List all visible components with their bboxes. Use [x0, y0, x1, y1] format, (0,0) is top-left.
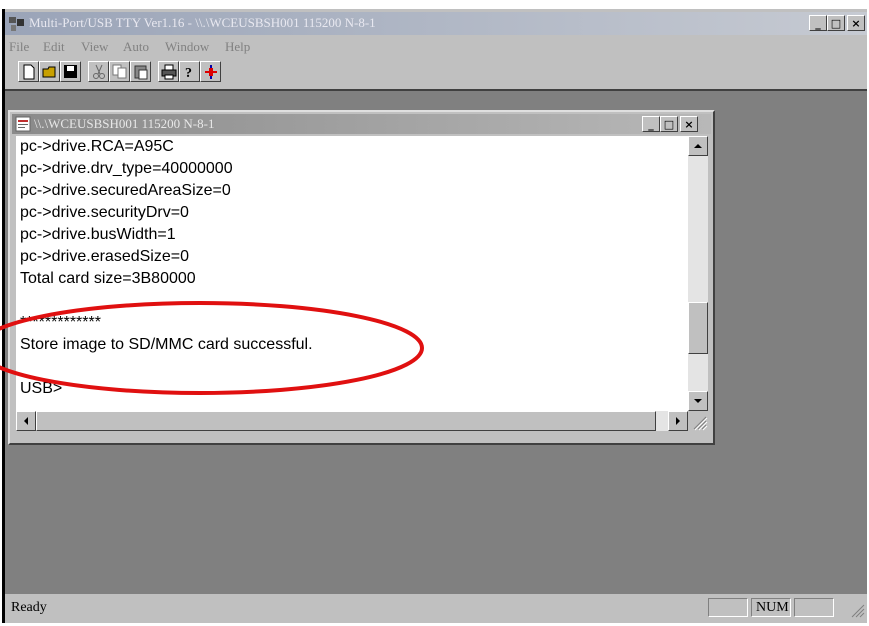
scroll-left-button[interactable]	[16, 411, 36, 431]
close-button[interactable]: ×	[847, 15, 865, 31]
menu-view[interactable]: View	[81, 39, 108, 55]
terminal-window: \\.\WCEUSBSH001 115200 N-8-1 _ □ × pc->d…	[8, 110, 715, 445]
cut-button[interactable]	[88, 61, 109, 82]
menu-window[interactable]: Window	[165, 39, 209, 55]
svg-text:?: ?	[185, 66, 192, 80]
terminal-line: pc->drive.securedAreaSize=0	[20, 182, 231, 199]
horizontal-scrollbar[interactable]	[16, 411, 688, 431]
minimize-button[interactable]: _	[809, 15, 827, 31]
status-bar: Ready NUM	[5, 596, 867, 620]
vertical-scrollbar[interactable]	[688, 136, 708, 411]
terminal-line: pc->drive.securityDrv=0	[20, 204, 189, 221]
app-icon	[9, 17, 24, 31]
terminal-line: Store image to SD/MMC card successful.	[20, 336, 313, 353]
open-folder-icon	[42, 66, 56, 78]
new-button[interactable]	[18, 61, 39, 82]
terminal-line: pc->drive.RCA=A95C	[20, 138, 174, 155]
window-title: Multi-Port/USB TTY Ver1.16 - \\.\WCEUSBS…	[29, 15, 376, 30]
terminal-line: pc->drive.erasedSize=0	[20, 248, 189, 265]
menu-file[interactable]: File	[9, 39, 29, 55]
copy-button[interactable]	[109, 61, 130, 82]
terminal-maximize-button[interactable]: □	[660, 116, 678, 132]
terminal-title: \\.\WCEUSBSH001 115200 N-8-1	[34, 116, 215, 131]
terminal-line: pc->drive.busWidth=1	[20, 226, 176, 243]
status-panel-num: NUM	[751, 598, 791, 617]
menu-help[interactable]: Help	[225, 39, 250, 55]
paste-icon	[134, 65, 148, 80]
mdi-workspace: \\.\WCEUSBSH001 115200 N-8-1 _ □ × pc->d…	[5, 89, 867, 594]
terminal-title-bar[interactable]: \\.\WCEUSBSH001 115200 N-8-1 _ □ ×	[12, 114, 711, 134]
terminal-line: Total card size=3B80000	[20, 270, 196, 287]
terminal-close-button[interactable]: ×	[680, 116, 698, 132]
vertical-scroll-thumb[interactable]	[688, 302, 708, 355]
maximize-button[interactable]: □	[827, 15, 845, 31]
horizontal-scroll-thumb[interactable]	[36, 411, 656, 431]
resize-grip[interactable]	[688, 411, 708, 431]
arrow-down-icon	[694, 399, 702, 403]
title-bar[interactable]: Multi-Port/USB TTY Ver1.16 - \\.\WCEUSBS…	[5, 12, 867, 35]
save-button[interactable]	[60, 61, 81, 82]
app-window: Multi-Port/USB TTY Ver1.16 - \\.\WCEUSBS…	[2, 9, 867, 623]
cut-scissors-icon	[93, 64, 105, 79]
terminal-line: *************	[20, 314, 101, 331]
menu-bar: File Edit View Auto Window Help	[5, 37, 867, 57]
menu-auto[interactable]: Auto	[123, 39, 149, 55]
copy-icon	[112, 64, 127, 79]
help-button[interactable]: ?	[179, 61, 200, 82]
connect-plug-icon	[205, 65, 217, 79]
paste-button[interactable]	[130, 61, 151, 82]
arrow-left-icon	[24, 417, 28, 425]
connect-button[interactable]	[200, 61, 221, 82]
terminal-prompt: USB>	[20, 380, 63, 397]
arrow-up-icon	[694, 144, 702, 148]
terminal-output[interactable]: pc->drive.RCA=A95C pc->drive.drv_type=40…	[16, 136, 688, 411]
print-button[interactable]	[158, 61, 179, 82]
status-panel-scroll	[794, 598, 834, 617]
scroll-up-button[interactable]	[688, 136, 708, 156]
arrow-right-icon	[676, 417, 680, 425]
help-question-icon: ?	[185, 66, 192, 80]
scroll-right-button[interactable]	[668, 411, 688, 431]
menu-edit[interactable]: Edit	[43, 39, 65, 55]
document-icon	[15, 116, 31, 132]
print-icon	[161, 64, 177, 80]
resize-grip-icon	[693, 416, 708, 431]
status-resize-grip-icon[interactable]	[847, 600, 865, 618]
status-text: Ready	[11, 600, 47, 615]
open-button[interactable]	[39, 61, 60, 82]
new-document-icon	[23, 64, 35, 80]
terminal-minimize-button[interactable]: _	[642, 116, 660, 132]
status-panel-caps	[708, 598, 748, 617]
scroll-down-button[interactable]	[688, 391, 708, 411]
save-disk-icon	[64, 65, 77, 78]
terminal-line: pc->drive.drv_type=40000000	[20, 160, 233, 177]
